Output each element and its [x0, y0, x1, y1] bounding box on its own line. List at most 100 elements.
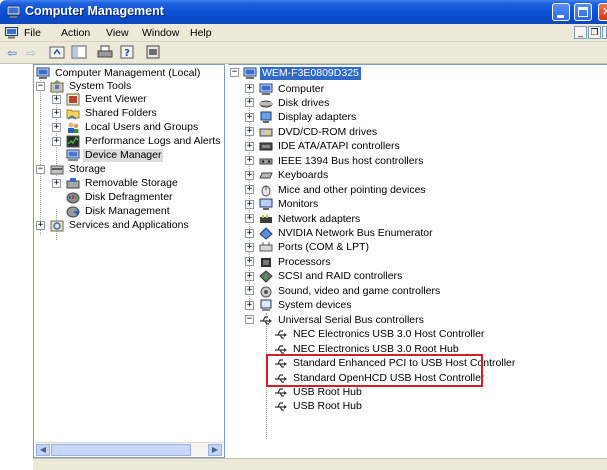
event-viewer-icon [66, 93, 80, 106]
tree-item-local-users-and-groups[interactable]: Local Users and Groups [66, 120, 200, 134]
removable-storage-icon [66, 177, 80, 190]
expand-toggle[interactable]: + [245, 228, 254, 238]
menu-view[interactable]: View [106, 27, 129, 39]
device-category-ieee-1394-bus-host-controllers[interactable]: IEEE 1394 Bus host controllers [259, 154, 425, 168]
expand-toggle[interactable]: + [245, 214, 254, 224]
collapse-toggle[interactable]: − [36, 165, 45, 174]
device-tree-root[interactable]: WEM-F3E0809D325 [243, 66, 361, 80]
up-level-button[interactable] [48, 45, 66, 61]
menu-window[interactable]: Window [142, 27, 179, 39]
usb-device-nec-electronics-usb-3-0-host-controller[interactable]: NEC Electronics USB 3.0 Host Controller [274, 328, 486, 342]
tree-item-removable-storage[interactable]: Removable Storage [66, 176, 180, 190]
collapse-toggle[interactable]: − [245, 315, 254, 325]
device-category-keyboards[interactable]: Keyboards [259, 169, 330, 183]
device-category-label: IEEE 1394 Bus host controllers [278, 154, 424, 167]
expand-toggle[interactable]: + [52, 137, 61, 146]
title-bar[interactable]: Computer Management ✕ [0, 0, 607, 24]
expand-toggle[interactable]: + [245, 170, 254, 180]
tree-item-event-viewer[interactable]: Event Viewer [66, 92, 149, 106]
tree-item-label: Storage [69, 162, 106, 175]
tree-item-system-tools[interactable]: System Tools [50, 79, 133, 93]
menu-bar: File Action View Window Help _ ❐ [0, 24, 607, 42]
usb-device-usb-root-hub[interactable]: USB Root Hub [274, 385, 364, 399]
expand-toggle[interactable]: + [245, 141, 254, 151]
expand-toggle[interactable]: + [245, 300, 254, 310]
scroll-right-arrow-icon[interactable]: ▶ [208, 444, 222, 456]
expand-toggle[interactable]: + [245, 98, 254, 108]
print-button[interactable] [96, 45, 114, 61]
child-close-button[interactable] [602, 26, 607, 39]
usb-device-usb-root-hub[interactable]: USB Root Hub [274, 400, 364, 414]
expand-toggle[interactable]: + [245, 257, 254, 267]
menu-file[interactable]: File [24, 27, 41, 39]
device-category-ports-com-lpt[interactable]: Ports (COM & LPT) [259, 241, 371, 255]
menu-action[interactable]: Action [61, 27, 90, 39]
close-button[interactable]: ✕ [598, 3, 607, 21]
device-category-processors[interactable]: Processors [259, 255, 333, 269]
expand-toggle[interactable]: + [245, 156, 254, 166]
collapse-toggle[interactable]: − [230, 68, 239, 77]
device-category-sound-video-and-game-controllers[interactable]: Sound, video and game controllers [259, 284, 442, 298]
device-category-label: Keyboards [278, 169, 329, 182]
device-category-nvidia-network-bus-enumerator[interactable]: NVIDIA Network Bus Enumerator [259, 227, 435, 241]
expand-toggle[interactable]: + [245, 112, 254, 122]
tree-item-device-manager[interactable]: Device Manager [66, 148, 164, 162]
device-category-universal-serial-bus-controllers[interactable]: Universal Serial Bus controllers [259, 313, 426, 327]
help-button[interactable]: ? [118, 45, 136, 61]
horizontal-scrollbar[interactable]: ◀ ▶ [35, 442, 223, 456]
scroll-left-arrow-icon[interactable]: ◀ [36, 444, 50, 456]
scroll-thumb[interactable] [51, 444, 191, 456]
tree-item-performance-logs-and-alerts[interactable]: Performance Logs and Alerts [66, 134, 222, 148]
device-category-computer[interactable]: Computer [259, 82, 326, 96]
show-hide-tree-button[interactable] [70, 45, 88, 61]
expand-toggle[interactable]: + [245, 199, 254, 209]
usb-icon [259, 314, 273, 327]
device-category-system-devices[interactable]: System devices [259, 299, 354, 313]
child-restore-button[interactable]: ❐ [588, 26, 601, 39]
expand-toggle[interactable]: + [245, 286, 254, 296]
expand-toggle[interactable]: + [52, 109, 61, 118]
system-devices-icon [259, 299, 273, 312]
forward-button[interactable]: ⇨ [22, 45, 40, 61]
device-category-scsi-and-raid-controllers[interactable]: SCSI and RAID controllers [259, 270, 404, 284]
console-icon[interactable] [5, 27, 18, 39]
expand-toggle[interactable]: + [245, 271, 254, 281]
tree-item-label: Services and Applications [69, 218, 189, 231]
usb-device-label: USB Root Hub [293, 385, 362, 398]
tree-item-storage[interactable]: Storage [50, 162, 108, 176]
device-category-mice-and-other-pointing-devices[interactable]: Mice and other pointing devices [259, 183, 428, 197]
minimize-button[interactable] [552, 3, 570, 21]
device-category-disk-drives[interactable]: Disk drives [259, 96, 331, 110]
expand-toggle[interactable]: + [52, 95, 61, 104]
usb-icon [274, 386, 288, 399]
tree-item-disk-defragmenter[interactable]: Disk Defragmenter [66, 190, 175, 204]
tree-item-computer-management-local[interactable]: Computer Management (Local) [36, 66, 202, 80]
ieee1394-icon [259, 155, 273, 168]
collapse-toggle[interactable]: − [36, 82, 45, 91]
tree-item-label: Device Manager [83, 148, 164, 162]
expand-toggle[interactable]: + [245, 242, 254, 252]
close-icon: ✕ [602, 6, 607, 18]
device-category-label: Display adapters [278, 111, 357, 124]
properties-button[interactable] [144, 45, 162, 61]
device-category-monitors[interactable]: Monitors [259, 198, 320, 212]
tree-item-disk-management[interactable]: Disk Management [66, 204, 172, 218]
child-minimize-button[interactable]: _ [574, 26, 587, 39]
expand-toggle[interactable]: + [245, 127, 254, 137]
expand-toggle[interactable]: + [52, 179, 61, 188]
device-category-display-adapters[interactable]: Display adapters [259, 111, 358, 125]
device-category-ide-ata-atapi-controllers[interactable]: IDE ATA/ATAPI controllers [259, 140, 402, 154]
expand-toggle[interactable]: + [52, 123, 61, 132]
tree-item-services-and-applications[interactable]: Services and Applications [50, 218, 191, 232]
toolbar: ⇦ ⇨ ? [0, 42, 607, 64]
expand-toggle[interactable]: + [36, 221, 45, 230]
tree-item-shared-folders[interactable]: Shared Folders [66, 106, 159, 120]
menu-help[interactable]: Help [190, 27, 212, 39]
device-category-network-adapters[interactable]: Network adapters [259, 212, 362, 226]
device-category-dvd-cd-rom-drives[interactable]: DVD/CD-ROM drives [259, 125, 379, 139]
mouse-icon [259, 184, 273, 197]
expand-toggle[interactable]: + [245, 185, 254, 195]
back-button[interactable]: ⇦ [3, 45, 21, 61]
expand-toggle[interactable]: + [245, 84, 254, 93]
maximize-button[interactable] [574, 3, 592, 21]
